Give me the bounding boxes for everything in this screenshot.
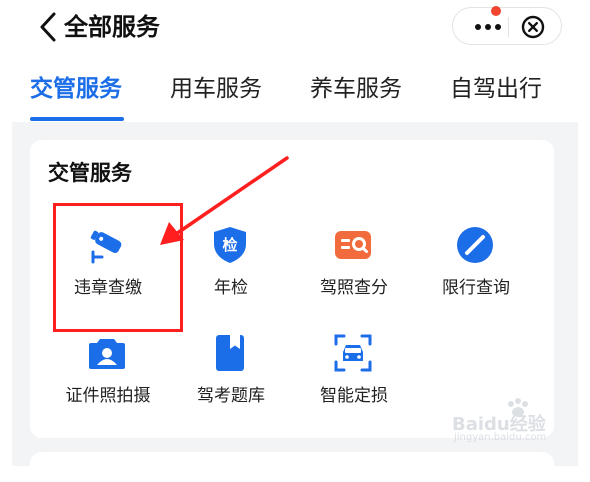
service-label: 限行查询 <box>442 278 510 298</box>
baidu-jingyan-watermark: Baidu经验 jingyan.baidu.com <box>452 398 590 444</box>
no-entry-icon <box>457 227 493 263</box>
service-label: 年检 <box>214 278 248 298</box>
next-section-card <box>30 452 554 482</box>
license-search-icon <box>335 231 371 259</box>
service-label: 证件照拍摄 <box>65 386 151 406</box>
watermark-subtext: jingyan.baidu.com <box>454 432 547 443</box>
header-bar: 全部服务 <box>0 0 590 56</box>
service-label: 驾照查分 <box>320 278 388 298</box>
capsule-divider <box>508 17 509 37</box>
service-id-photo[interactable]: 证件照拍摄 <box>48 334 168 426</box>
bookmark-book-icon <box>216 335 244 371</box>
tab-maintenance-services[interactable]: 养车服务 <box>310 72 402 106</box>
service-license-points[interactable]: 驾照查分 <box>294 226 414 318</box>
notification-dot <box>491 6 501 16</box>
car-scan-icon <box>334 334 372 372</box>
tab-bar: 交管服务 用车服务 养车服务 自驾出行 <box>0 62 590 122</box>
active-tab-indicator <box>30 117 124 121</box>
service-exam-questions[interactable]: 驾考题库 <box>171 334 291 426</box>
service-smart-damage-assessment[interactable]: 智能定损 <box>294 334 414 426</box>
page-title: 全部服务 <box>64 13 160 41</box>
section-title: 交管服务 <box>48 161 132 185</box>
more-dots-icon[interactable] <box>473 18 503 36</box>
service-traffic-restriction[interactable]: 限行查询 <box>416 226 536 318</box>
service-label: 驾考题库 <box>197 386 265 406</box>
tab-self-drive-travel[interactable]: 自驾出行 <box>450 72 542 106</box>
close-circle-icon[interactable] <box>521 15 545 39</box>
annotation-arrow-icon <box>160 156 289 245</box>
service-label: 智能定损 <box>320 386 388 406</box>
mini-program-capsule <box>452 6 562 45</box>
tab-car-services[interactable]: 用车服务 <box>170 72 262 106</box>
chevron-left-icon[interactable] <box>34 11 62 43</box>
tab-traffic-services[interactable]: 交管服务 <box>30 72 122 106</box>
camera-person-icon <box>89 339 125 369</box>
